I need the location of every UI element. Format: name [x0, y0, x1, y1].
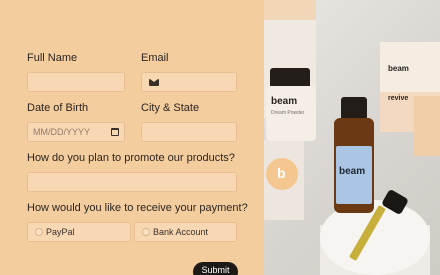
payment-option-bank-account[interactable]: Bank Account	[134, 222, 237, 242]
jar-brand: beam	[271, 96, 298, 107]
payment-option-paypal[interactable]: PayPal	[27, 222, 131, 242]
radio-circle-icon[interactable]	[142, 228, 150, 236]
payment-option-label: Bank Account	[153, 227, 209, 237]
calendar-icon[interactable]	[111, 128, 119, 136]
city-state-label: City & State	[141, 102, 200, 114]
full-name-input[interactable]	[27, 72, 125, 92]
bottle-cap	[341, 97, 367, 119]
affiliate-form: Full Name Email Date of Birth MM/DD/YYYY…	[0, 0, 264, 275]
email-label: Email	[141, 52, 169, 64]
email-input[interactable]	[141, 72, 237, 92]
promote-input[interactable]	[27, 172, 237, 192]
dob-label: Date of Birth	[27, 102, 89, 114]
jar-body: beam Dream Powder	[266, 86, 316, 141]
payment-label: How would you like to receive your payme…	[27, 202, 248, 214]
dob-input[interactable]: MM/DD/YYYY	[27, 122, 125, 142]
mail-icon	[149, 79, 159, 86]
submit-button[interactable]: Submit	[193, 262, 238, 275]
box-product-name: revive	[388, 95, 409, 102]
city-state-input[interactable]	[141, 122, 237, 142]
dropper-bottle: beam	[334, 118, 374, 213]
dob-placeholder: MM/DD/YYYY	[33, 127, 91, 137]
jar-product-name: Dream Powder	[271, 110, 305, 116]
brand-circle: b	[266, 158, 298, 190]
product-photo: b beam Dream Powder beam revive beam	[264, 0, 440, 275]
box-stripe	[264, 0, 316, 20]
bottle-brand: beam	[339, 166, 366, 177]
full-name-label: Full Name	[27, 52, 78, 64]
promote-label: How do you plan to promote our products?	[27, 152, 235, 164]
box-brand: beam	[388, 64, 409, 73]
product-box-far-right	[414, 96, 440, 156]
radio-circle-icon[interactable]	[35, 228, 43, 236]
brand-circle-letter: b	[277, 165, 286, 181]
jar-lid	[270, 68, 310, 88]
payment-option-label: PayPal	[46, 227, 75, 237]
